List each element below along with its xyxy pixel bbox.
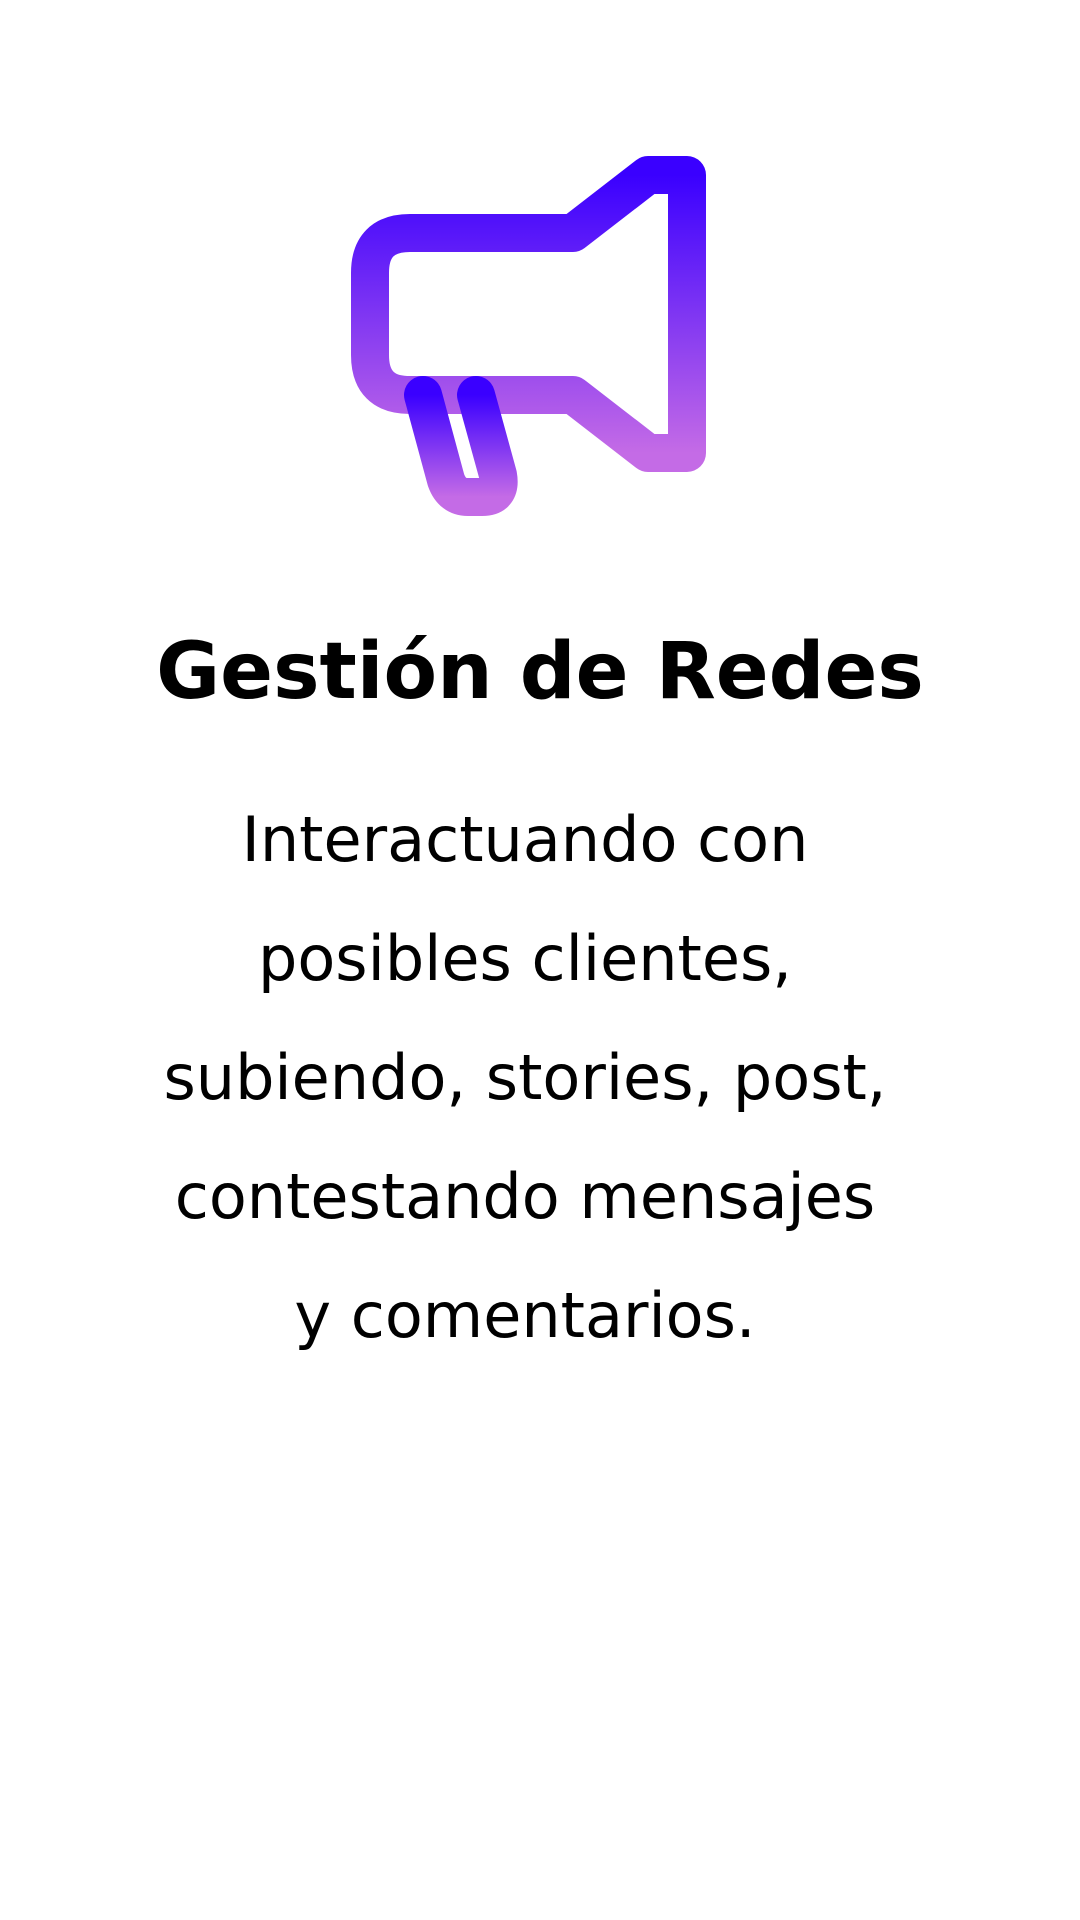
service-card: Gestión de Redes Interactuando con posib… xyxy=(0,0,1080,1920)
card-description: Interactuando con posibles clientes, sub… xyxy=(60,780,990,1375)
description-line: subiendo, stories, post, xyxy=(163,1041,887,1114)
description-line: posibles clientes, xyxy=(258,922,792,995)
megaphone-icon-container xyxy=(0,155,1080,525)
card-title: Gestión de Redes xyxy=(156,627,924,717)
description-line: Interactuando con xyxy=(241,803,809,876)
megaphone-icon xyxy=(351,156,706,516)
description-line: y comentarios. xyxy=(294,1279,756,1352)
description-line: contestando mensajes xyxy=(174,1160,876,1233)
